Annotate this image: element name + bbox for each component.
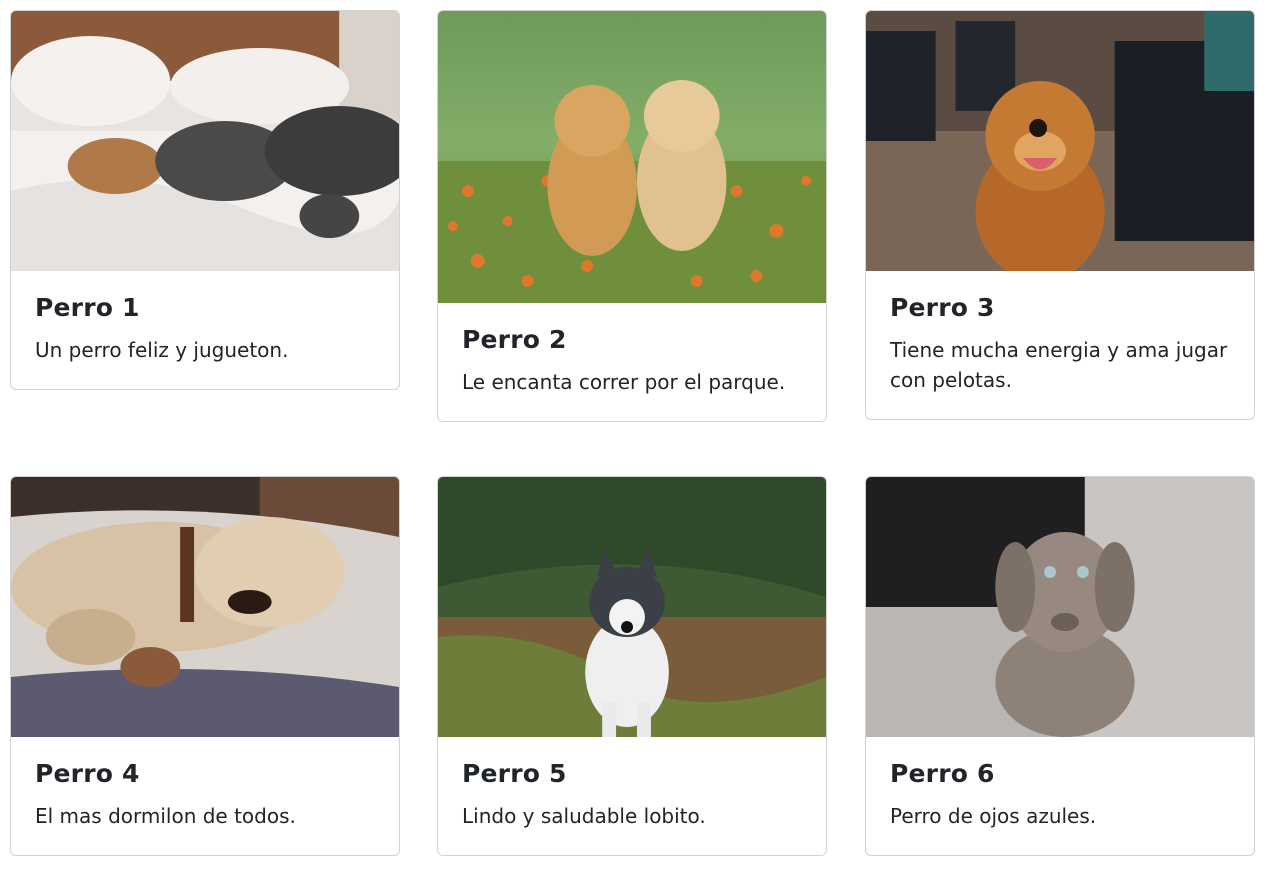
dog-card: Perro 2 Le encanta correr por el parque. xyxy=(437,10,827,422)
card-title: Perro 1 xyxy=(35,293,140,322)
card-text: El mas dormilon de todos. xyxy=(35,804,296,828)
dog-photo xyxy=(11,477,399,737)
dog-card: Perro 1 Un perro feliz y jugueton. xyxy=(10,10,400,390)
card-title: Perro 6 xyxy=(890,759,995,788)
dog-card: Perro 3 Tiene mucha energia y ama jugar … xyxy=(865,10,1255,420)
card-title: Perro 4 xyxy=(35,759,140,788)
dog-photo xyxy=(438,11,826,303)
dog-card: Perro 6 Perro de ojos azules. xyxy=(865,476,1255,856)
card-text: Lindo y saludable lobito. xyxy=(462,804,706,828)
dog-photo xyxy=(11,11,399,271)
dog-photo xyxy=(438,477,826,737)
dog-card: Perro 4 El mas dormilon de todos. xyxy=(10,476,400,856)
card-title: Perro 5 xyxy=(462,759,567,788)
dog-photo xyxy=(866,477,1254,737)
card-text: Tiene mucha energia y ama jugar con pelo… xyxy=(890,338,1228,392)
dog-photo xyxy=(866,11,1254,271)
card-title: Perro 2 xyxy=(462,325,567,354)
card-text: Le encanta correr por el parque. xyxy=(462,370,786,394)
card-text: Perro de ojos azules. xyxy=(890,804,1097,828)
dog-card: Perro 5 Lindo y saludable lobito. xyxy=(437,476,827,856)
card-title: Perro 3 xyxy=(890,293,995,322)
card-text: Un perro feliz y jugueton. xyxy=(35,338,289,362)
